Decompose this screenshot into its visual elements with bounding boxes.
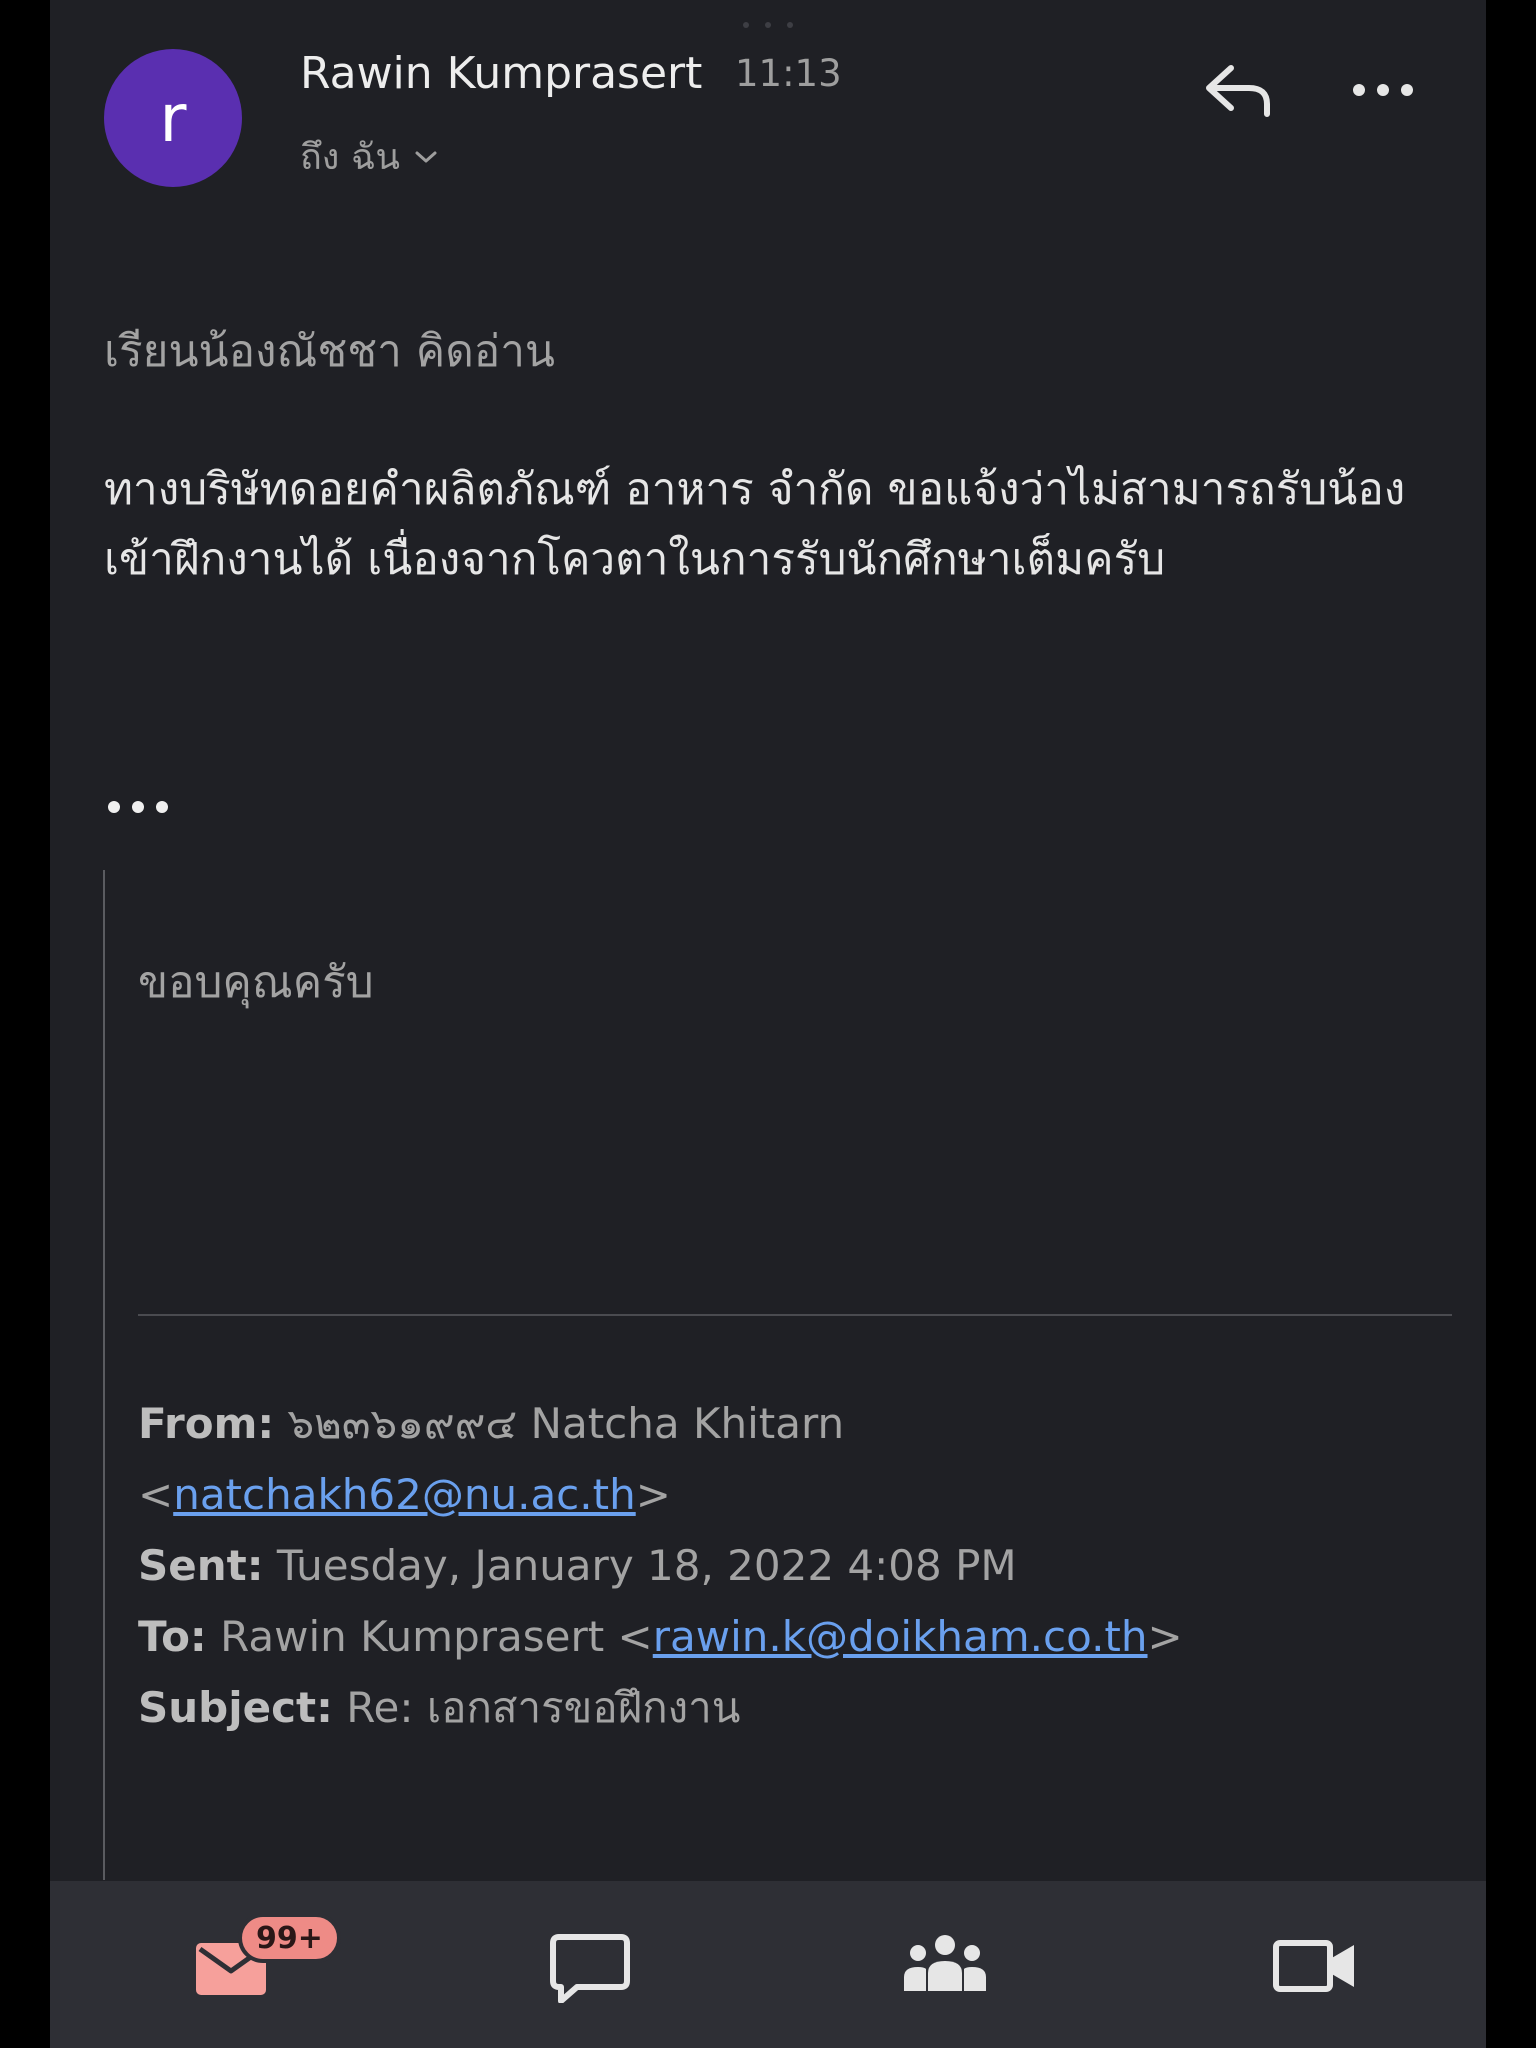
quote-bar	[103, 870, 105, 1880]
from-line: From: ๖๒๓๖๑๙๙๔ Natcha Khitarn	[138, 1388, 1458, 1459]
chevron-down-icon	[415, 151, 437, 162]
message-body: ทางบริษัทดอยคำผลิตภัณฑ์ อาหาร จำกัด ขอแจ…	[104, 464, 1406, 585]
subject-line: Subject: Re: เอกสารขอฝึกงาน	[138, 1672, 1458, 1743]
sent-label: Sent:	[138, 1541, 264, 1590]
to-label: To:	[138, 1612, 207, 1661]
to-line: To: Rawin Kumprasert <rawin.k@doikham.co…	[138, 1612, 1183, 1661]
bottom-nav: 99+	[50, 1881, 1486, 2048]
more-options-icon[interactable]	[1353, 80, 1413, 100]
reply-icon[interactable]	[1201, 60, 1275, 120]
from-email-link[interactable]: natchakh62@nu.ac.th	[173, 1470, 636, 1519]
from-label: From:	[138, 1399, 275, 1448]
show-trimmed-content-button[interactable]	[108, 800, 168, 814]
sent-value: Tuesday, January 18, 2022 4:08 PM	[276, 1541, 1017, 1590]
email-screen: r Rawin Kumprasert 11:13 ถึง ฉัน เรียนน้…	[50, 0, 1486, 2048]
recipient-label: ถึง ฉัน	[300, 137, 400, 178]
recipient-toggle[interactable]: ถึง ฉัน	[300, 128, 438, 185]
subject-value: Re: เอกสารขอฝึกงาน	[346, 1683, 741, 1732]
sender-name: Rawin Kumprasert	[300, 48, 703, 99]
greeting: เรียนน้องณัชชา คิดอ่าน	[104, 326, 555, 377]
from-email-line: <natchakh62@nu.ac.th>	[138, 1470, 671, 1519]
from-name: ๖๒๓๖๑๙๙๔ Natcha Khitarn	[287, 1399, 845, 1448]
quote-divider	[138, 1314, 1452, 1316]
video-icon[interactable]	[1270, 1929, 1360, 2003]
avatar[interactable]: r	[104, 49, 242, 187]
email-time: 11:13	[735, 52, 842, 95]
sent-line: Sent: Tuesday, January 18, 2022 4:08 PM	[138, 1530, 1458, 1601]
meet-icon[interactable]	[900, 1929, 990, 2003]
quoted-header: From: ๖๒๓๖๑๙๙๔ Natcha Khitarn <natchakh6…	[138, 1388, 1458, 1743]
drag-handle[interactable]	[743, 22, 793, 28]
subject-label: Subject:	[138, 1683, 333, 1732]
to-email-link[interactable]: rawin.k@doikham.co.th	[653, 1612, 1148, 1661]
chat-icon[interactable]	[545, 1929, 635, 2003]
unread-badge: 99+	[238, 1913, 341, 1963]
quoted-thanks: ขอบคุณครับ	[138, 957, 374, 1008]
to-name: Rawin Kumprasert	[220, 1612, 605, 1661]
